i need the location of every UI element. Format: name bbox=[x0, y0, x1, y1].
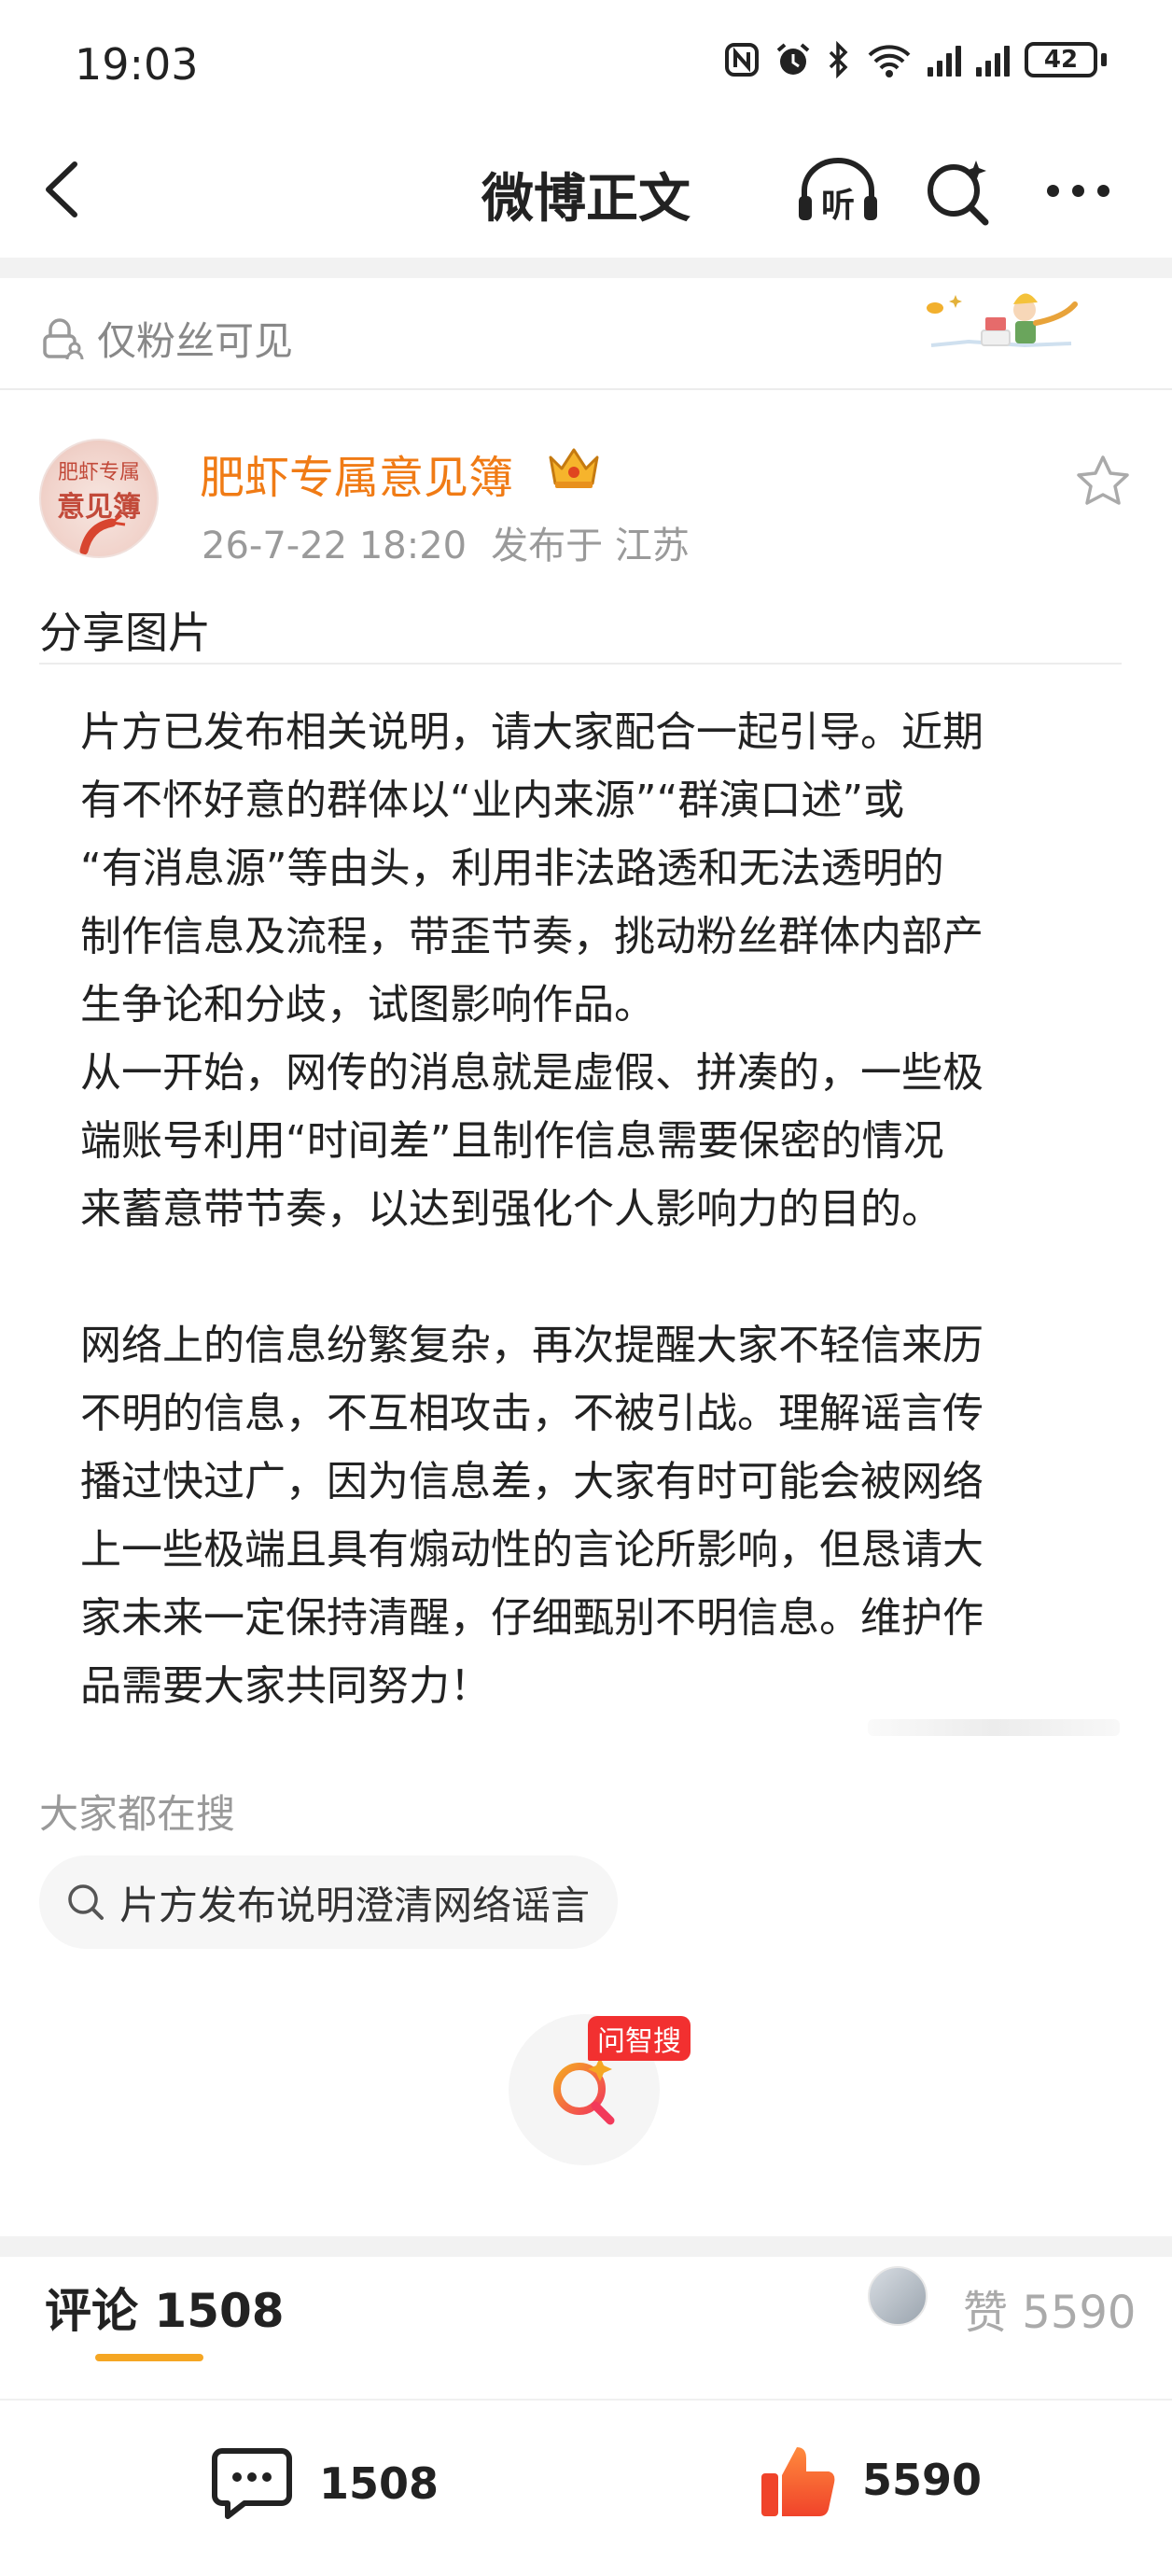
author-avatar[interactable]: 肥虾专属 意见簿 bbox=[39, 439, 159, 558]
faint-watermark bbox=[868, 1719, 1120, 1736]
ai-search-icon bbox=[553, 2057, 615, 2125]
search-sparkle-icon bbox=[928, 161, 989, 226]
more-dot bbox=[1097, 185, 1109, 197]
search-button[interactable] bbox=[924, 157, 995, 231]
wifi-icon bbox=[868, 45, 911, 77]
bluetooth-icon bbox=[829, 41, 848, 78]
hot-search-query: 片方发布说明澄清网络谣言 bbox=[119, 1882, 591, 1928]
ai-search-badge: 问智搜 bbox=[588, 2016, 691, 2061]
post-meta: 26-7-22 18:20 发布于 江苏 bbox=[202, 515, 690, 569]
comment-button[interactable]: 1508 bbox=[211, 2445, 439, 2522]
liker-avatar bbox=[868, 2266, 928, 2326]
avatar-text-top: 肥虾专属 bbox=[57, 461, 140, 484]
headphones-icon: 听 bbox=[799, 158, 877, 225]
post-body-text: 片方已发布相关说明，请大家配合一起引导。近期 有不怀好意的群体以“业内来源”“群… bbox=[80, 708, 984, 1710]
battery-indicator: 42 bbox=[1025, 42, 1097, 77]
section-divider bbox=[0, 388, 1172, 390]
comments-separator bbox=[0, 2236, 1172, 2257]
battery-tip bbox=[1101, 53, 1107, 66]
post-time: 26-7-22 18:20 bbox=[202, 525, 467, 567]
comment-tab-label: 评论 bbox=[45, 2284, 138, 2338]
comment-bubble-icon bbox=[212, 2448, 292, 2519]
little-prince-decoration bbox=[914, 273, 1092, 366]
post-title: 分享图片 bbox=[39, 608, 211, 658]
lock-person-icon bbox=[43, 317, 84, 359]
more-button[interactable] bbox=[1047, 185, 1109, 197]
star-icon bbox=[1077, 455, 1129, 505]
favorite-button[interactable] bbox=[1075, 454, 1131, 511]
nfc-icon bbox=[725, 43, 759, 77]
hot-search-label: 大家都在搜 bbox=[39, 1791, 236, 1837]
more-dot bbox=[1047, 185, 1059, 197]
post-location: 发布于 江苏 bbox=[491, 525, 690, 567]
content-divider bbox=[39, 663, 1122, 665]
hot-search-chip[interactable]: 片方发布说明澄清网络谣言 bbox=[39, 1855, 619, 1949]
bottom-divider bbox=[0, 2399, 1172, 2401]
author-name[interactable]: 肥虾专属意见簿 bbox=[200, 441, 513, 506]
alarm-icon bbox=[776, 43, 810, 75]
listen-button[interactable]: 听 bbox=[795, 157, 881, 228]
search-icon bbox=[68, 1884, 104, 1920]
thumbs-up-icon bbox=[761, 2447, 835, 2516]
little-prince-illustration bbox=[927, 293, 1078, 348]
active-tab-indicator bbox=[95, 2354, 203, 2361]
like-button[interactable]: 5590 bbox=[756, 2438, 982, 2522]
vip-crown-icon bbox=[545, 444, 603, 495]
more-dot bbox=[1072, 185, 1084, 197]
status-icons: 42 bbox=[724, 41, 1107, 78]
cell-signal-2-icon bbox=[976, 43, 1010, 77]
visibility-label: 仅粉丝可见 bbox=[97, 318, 294, 364]
cell-signal-1-icon bbox=[928, 43, 961, 77]
comment-count: 1508 bbox=[319, 2458, 440, 2509]
visibility-indicator: 仅粉丝可见 bbox=[39, 310, 293, 367]
shrimp-icon bbox=[79, 513, 126, 555]
like-count: 5590 bbox=[862, 2455, 983, 2505]
page-title: 微博正文 bbox=[481, 169, 691, 230]
like-tab-label: 赞 bbox=[963, 2287, 1009, 2339]
like-tab-count: 5590 bbox=[1022, 2287, 1137, 2339]
tab-comments[interactable]: 评论 1508 bbox=[45, 2274, 285, 2341]
comment-tab-count: 1508 bbox=[154, 2284, 285, 2338]
status-time: 19:03 bbox=[75, 39, 199, 90]
listen-label: 听 bbox=[821, 187, 855, 224]
tab-likes[interactable]: 赞 5590 bbox=[963, 2275, 1136, 2341]
